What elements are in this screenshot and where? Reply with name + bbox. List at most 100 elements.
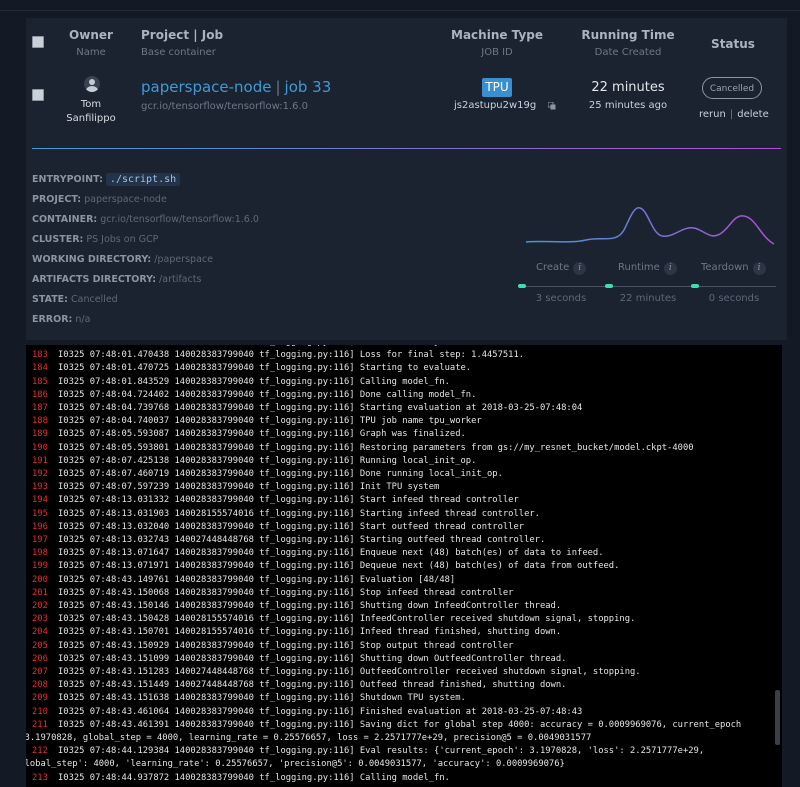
job-link[interactable]: job 33 (285, 78, 332, 96)
detail-value: /paperspace (154, 254, 213, 265)
owner-first-name: Tom (80, 99, 102, 110)
log-line: 209 I0325 07:48:43.151638 140028383799040… (32, 693, 466, 703)
log-line-number: 187 (32, 403, 48, 413)
log-line: 'global_step': 4000, 'learning_rate': 0.… (26, 759, 565, 769)
info-icon[interactable]: i (663, 262, 677, 275)
owner-header: Owner (69, 28, 113, 42)
log-line-number: 200 (32, 574, 48, 585)
runtime-duration: 22 minutes (619, 293, 677, 304)
detail-label: CLUSTER: (32, 234, 84, 245)
create-duration: 3 seconds (535, 293, 587, 304)
info-icon[interactable]: i (573, 262, 587, 275)
project-link[interactable]: paperspace-node (141, 78, 271, 96)
log-line-text: I0325 07:48:05.593801 140028383799040 tf… (58, 442, 694, 453)
create-phase-label: Create i (536, 262, 587, 275)
log-line: 210 I0325 07:48:43.461064 140028383799040… (32, 707, 582, 717)
log-line-text: = 3.1970828, global_step = 4000, learnin… (26, 733, 592, 743)
detail-artifacts-directory: ARTIFACTS DIRECTORY: /artifacts (32, 274, 201, 285)
info-icon[interactable]: i (752, 262, 766, 275)
copy-icon[interactable] (548, 102, 556, 110)
log-line-text: I0325 07:48:13.071647 140028383799040 tf… (58, 548, 604, 559)
log-line-number: 188 (32, 416, 48, 427)
log-line-text: I0325 07:48:43.149761 140028383799040 tf… (58, 574, 456, 585)
timeline-marker (518, 284, 526, 288)
log-line-text: I0325 07:48:43.151283 140027448448768 tf… (58, 667, 641, 677)
log-line: 212 I0325 07:48:44.129384 140028383799040… (32, 746, 704, 756)
log-line-text: I0325 07:48:43.150929 140028383799040 tf… (58, 640, 514, 651)
resource-usage-sparkline (525, 207, 775, 245)
log-scrollbar[interactable] (775, 690, 780, 745)
log-line-text: I0325 07:48:13.071971 140028383799040 tf… (58, 561, 620, 572)
log-line-number: 193 (32, 482, 48, 493)
log-line-number: 204 (32, 627, 48, 638)
select-all-checkbox[interactable] (32, 36, 44, 48)
log-line: 207 I0325 07:48:43.151283 140027448448768… (32, 667, 641, 677)
top-divider (0, 10, 800, 11)
log-line: 211 I0325 07:48:43.461391 140028383799040… (32, 720, 741, 730)
log-line-number: 205 (32, 640, 48, 651)
log-line-text: I0325 07:48:13.032040 140028383799040 tf… (58, 521, 525, 532)
log-line-number: 209 (32, 693, 48, 704)
log-line-number: 186 (32, 389, 48, 400)
log-line: 192 I0325 07:48:07.460719 140028383799040… (32, 469, 503, 479)
log-line: 204 I0325 07:48:43.150701 140028155574016… (32, 627, 561, 637)
date-created: 25 minutes ago (588, 100, 668, 111)
detail-cluster: CLUSTER: PS Jobs on GCP (32, 234, 158, 245)
log-line-text: I0325 07:48:07.425138 140028383799040 tf… (58, 455, 477, 466)
log-line-number: 207 (32, 667, 48, 677)
log-line: 186 I0325 07:48:04.724402 140028383799040… (32, 390, 476, 400)
job-row-checkbox[interactable] (32, 89, 44, 101)
status-badge: Cancelled (702, 77, 762, 99)
log-line-text: I0325 07:48:05.593087 140028383799040 tf… (58, 429, 466, 440)
log-line: 196 I0325 07:48:13.032040 140028383799040… (32, 522, 524, 532)
timeline-track (518, 286, 776, 287)
log-line-number: 206 (32, 653, 48, 664)
detail-label: ENTRYPOINT: (32, 174, 103, 185)
log-line-number: 191 (32, 455, 48, 466)
job-id: js2astupu2w19g (454, 100, 537, 111)
timeline-marker (691, 284, 699, 288)
log-line-number: 196 (32, 521, 48, 532)
log-line-text: I0325 07:48:07.460719 140028383799040 tf… (58, 469, 503, 479)
owner-last-name: Sanfilippo (66, 113, 116, 124)
log-line: = 3.1970828, global_step = 4000, learnin… (26, 733, 591, 743)
log-line: 193 I0325 07:48:07.597239 140028383799040… (32, 482, 439, 492)
project-header: Project | Job (141, 28, 224, 42)
log-line-number: 213 (32, 772, 48, 783)
log-line: 182I0325 07:48:01.470390 140028383799040… (32, 345, 466, 347)
log-line: 185 I0325 07:48:01.843529 140028383799040… (32, 377, 450, 387)
log-line-number: 210 (32, 706, 48, 717)
log-line-text: I0325 07:48:01.470438 140028383799040 tf… (58, 350, 525, 361)
running-time-header: Running Time (581, 28, 675, 42)
log-line-text: I0325 07:48:43.150701 140028155574016 tf… (58, 627, 562, 638)
log-line: 206 I0325 07:48:43.151099 140028383799040… (32, 654, 566, 664)
detail-value: paperspace-node (84, 194, 167, 205)
detail-value: n/a (75, 314, 91, 325)
actions-separator: | (729, 109, 734, 120)
detail-entrypoint: ENTRYPOINT: ./script.sh (32, 173, 181, 186)
log-line: 184 I0325 07:48:01.470725 140028383799040… (32, 363, 471, 373)
machine-type-badge: TPU (482, 78, 512, 97)
log-line-number: 202 (32, 601, 48, 611)
delete-link[interactable]: delete (737, 109, 769, 120)
rerun-link[interactable]: rerun (699, 109, 726, 120)
log-line: 202 I0325 07:48:43.150146 140028383799040… (32, 601, 561, 611)
owner-subheader: Name (76, 47, 106, 58)
log-line: 191 I0325 07:48:07.425138 140028383799040… (32, 456, 476, 466)
detail-error: ERROR: n/a (32, 314, 90, 325)
runtime-label: Runtime (618, 262, 660, 273)
log-line-number: 201 (32, 587, 48, 598)
detail-value: Cancelled (71, 294, 118, 305)
detail-label: PROJECT: (32, 194, 82, 205)
log-line-text: I0325 07:48:43.151449 140027448448768 tf… (58, 680, 567, 691)
log-line: 205 I0325 07:48:43.150929 140028383799040… (32, 641, 513, 651)
log-line: 200 I0325 07:48:43.149761 140028383799040… (32, 575, 455, 585)
owner-name: Tom Sanfilippo (51, 98, 131, 126)
log-line-number: 212 (32, 746, 48, 757)
log-line: 197 I0325 07:48:13.032743 140027448448768… (32, 535, 545, 545)
log-line-number: 203 (32, 614, 48, 625)
teardown-phase-label: Teardown i (701, 262, 766, 275)
detail-working-directory: WORKING DIRECTORY: /paperspace (32, 254, 213, 265)
log-line-number: 208 (32, 680, 48, 691)
job-log-output[interactable]: 182I0325 07:48:01.470390 140028383799040… (26, 345, 782, 787)
